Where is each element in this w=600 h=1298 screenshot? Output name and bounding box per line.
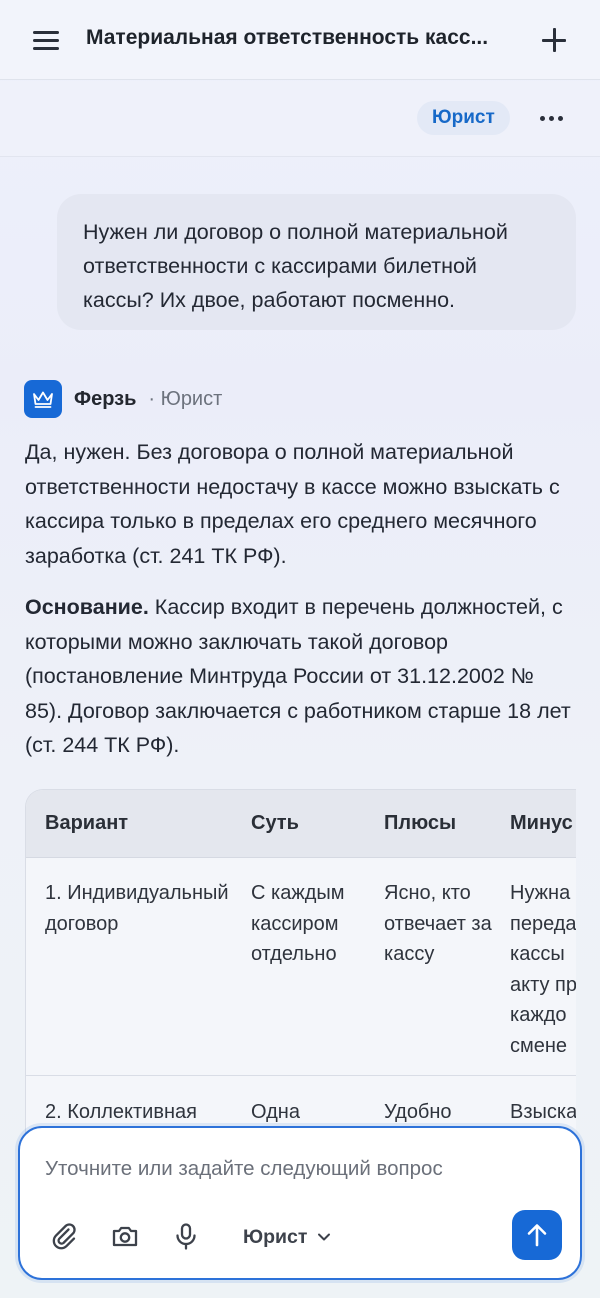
basis-text: Кассир входит в перечень должностей, с к… bbox=[25, 595, 571, 757]
chat-title: Материальная ответственность касс... bbox=[86, 26, 489, 49]
table-header: Вариант Суть Плюсы Минус bbox=[26, 790, 576, 858]
basis-label: Основание. bbox=[25, 595, 149, 619]
top-bar: Материальная ответственность касс... bbox=[0, 0, 600, 80]
plus-icon[interactable] bbox=[538, 24, 570, 56]
answer-paragraph: Да, нужен. Без договора о полной материа… bbox=[25, 440, 560, 568]
more-dots-icon[interactable] bbox=[536, 108, 566, 128]
hamburger-icon[interactable] bbox=[28, 26, 64, 54]
role-select-label: Юрист bbox=[243, 1225, 308, 1248]
assistant-name: Ферзь bbox=[74, 387, 137, 410]
assistant-header: Ферзь · Юрист bbox=[24, 380, 222, 418]
role-select[interactable]: Юрист bbox=[243, 1223, 331, 1251]
table-cell: Одна bbox=[251, 1101, 300, 1123]
assistant-answer: Да, нужен. Без договора о полной материа… bbox=[25, 435, 575, 763]
table-cell: Взыска bbox=[510, 1101, 576, 1123]
column-header: Вариант bbox=[45, 812, 129, 834]
column-header: Плюсы bbox=[384, 812, 457, 834]
message-input[interactable] bbox=[45, 1157, 545, 1181]
table-cell: Удобно bbox=[384, 1101, 452, 1123]
sub-bar bbox=[0, 81, 600, 157]
role-chip[interactable]: Юрист bbox=[417, 101, 510, 135]
options-table[interactable]: Вариант Суть Плюсы Минус 1. Индивидуальн… bbox=[25, 789, 576, 1149]
send-button[interactable] bbox=[512, 1210, 562, 1260]
chevron-down-icon bbox=[318, 1233, 331, 1241]
user-message-bubble: Нужен ли договор о полной материальной о… bbox=[57, 194, 576, 330]
table-cell: 1. Индивидуальный договор bbox=[45, 882, 229, 935]
microphone-icon[interactable] bbox=[170, 1220, 202, 1252]
assistant-role: · Юрист bbox=[148, 387, 223, 410]
arrow-up-icon bbox=[527, 1224, 547, 1247]
table-cell: Нужна переда кассы акту пр каждо смене bbox=[510, 882, 576, 1057]
camera-icon[interactable] bbox=[109, 1220, 141, 1252]
column-header: Суть bbox=[251, 812, 299, 834]
table-row: 1. Индивидуальный договор С каждым касси… bbox=[26, 858, 576, 1076]
crown-icon bbox=[24, 380, 62, 418]
table-cell: 2. Коллективная bbox=[45, 1101, 197, 1123]
table-cell: Ясно, кто отвечает за кассу bbox=[384, 882, 492, 965]
table-cell: С каждым кассиром отдельно bbox=[251, 882, 345, 965]
message-composer: Юрист bbox=[18, 1126, 582, 1280]
paperclip-icon[interactable] bbox=[48, 1220, 80, 1252]
column-header: Минус bbox=[510, 812, 573, 834]
answer-paragraph-basis: Основание. Кассир входит в перечень долж… bbox=[25, 590, 575, 763]
